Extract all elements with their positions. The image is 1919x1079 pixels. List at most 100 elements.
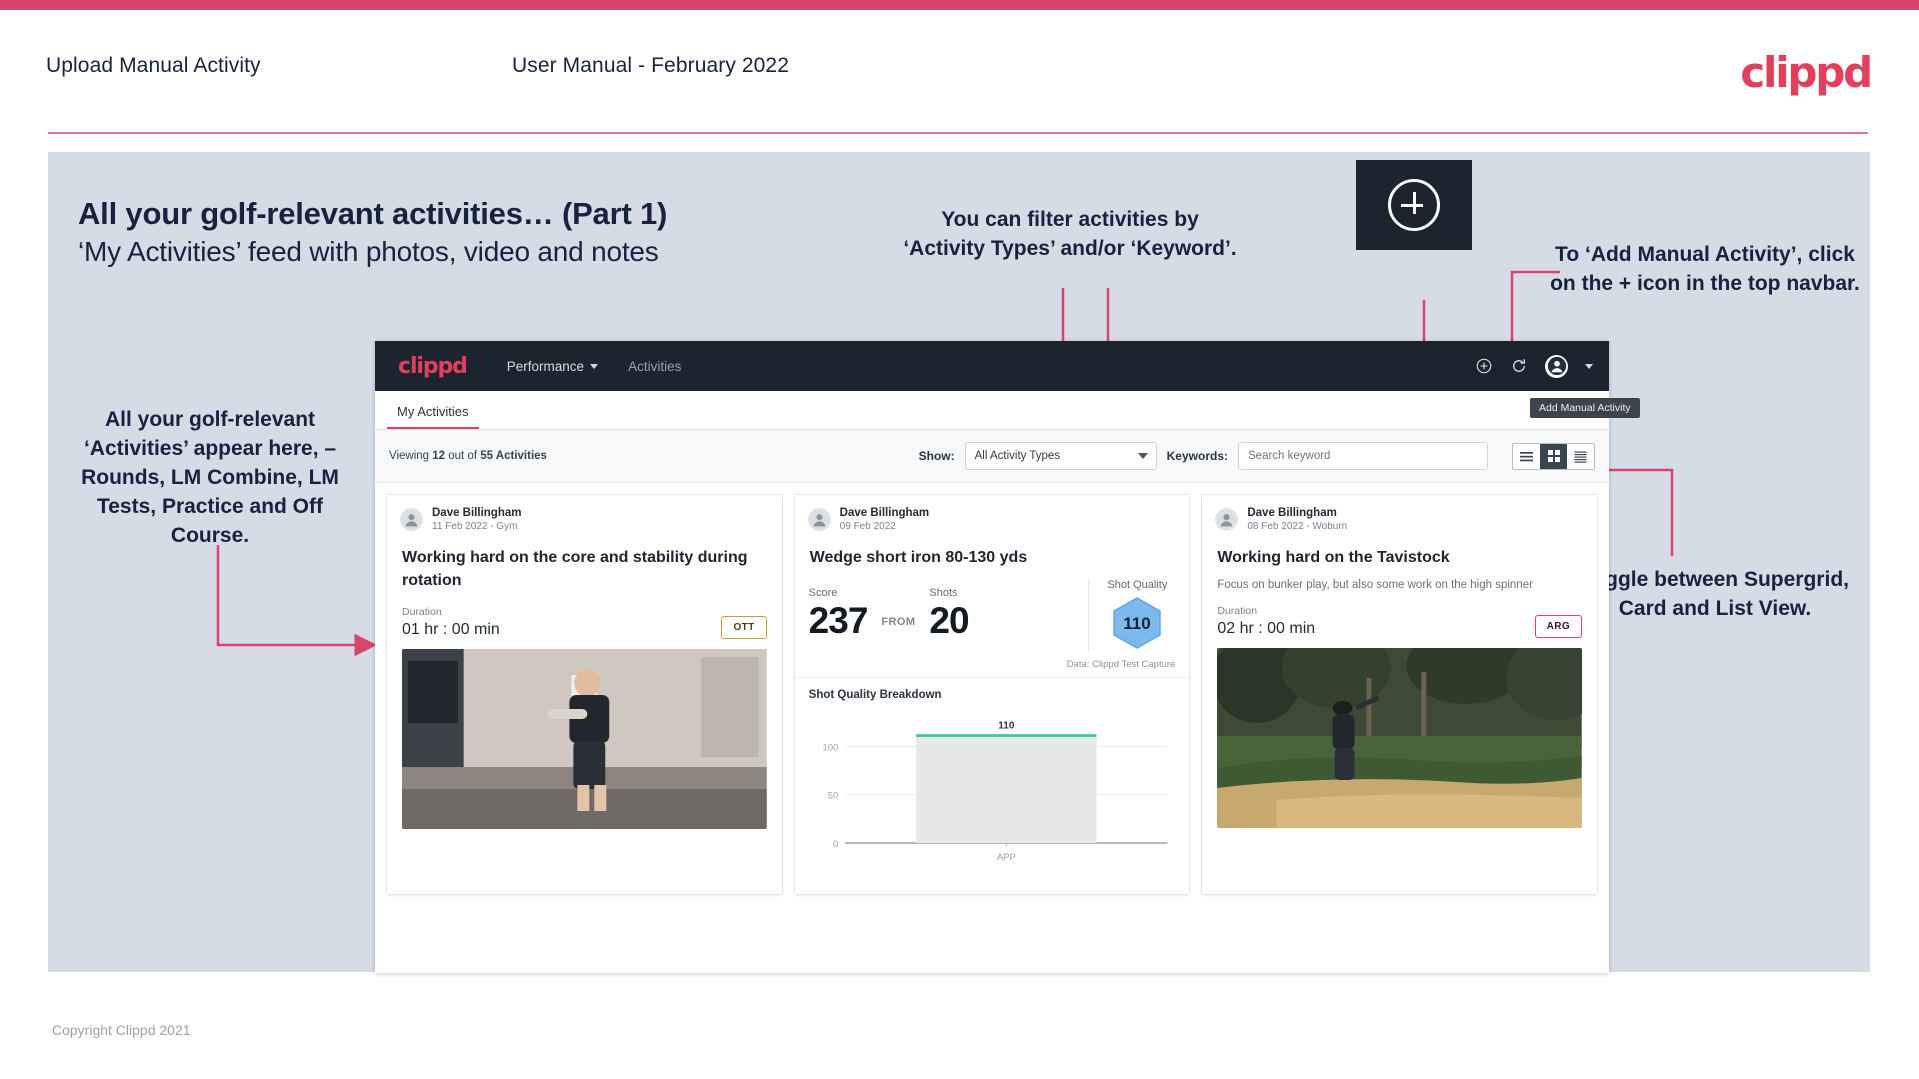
shots-label: Shots (929, 587, 958, 599)
grid-icon (1547, 450, 1560, 462)
page-title: All your golf-relevant activities… (Part… (78, 196, 668, 231)
clippd-logo: clippd (1740, 48, 1873, 97)
duration-label: Duration (1217, 605, 1258, 617)
plus-icon[interactable] (1475, 357, 1493, 375)
data-source-label: Data: Clippd Test Capture (794, 659, 1190, 678)
avatar (807, 508, 831, 531)
header-center-title: User Manual - February 2022 (512, 54, 789, 77)
filter-controls: Show: All Activity Types Keywords: (919, 442, 1595, 470)
duration-value: 01 hr : 00 min (402, 621, 500, 638)
score-value: 237 (808, 600, 869, 641)
app-logo[interactable]: clippd (398, 354, 468, 379)
header-divider (48, 132, 1868, 134)
shot-quality-chart: 0 50 100 110 APP (795, 701, 1190, 894)
nav-item-activities-label: Activities (628, 358, 682, 374)
copyright-footer: Copyright Clippd 2021 (52, 1022, 191, 1038)
card-header: Dave Billingham 08 Feb 2022 - Woburn (1202, 495, 1597, 533)
card-title: Wedge short iron 80-130 yds (809, 549, 1028, 566)
shot-quality-hex: 110 (1107, 595, 1167, 651)
nav-item-performance[interactable]: Performance (506, 358, 599, 374)
shot-quality-label: Shot Quality (1107, 579, 1168, 591)
card-user-name: Dave Billingham (1247, 507, 1337, 519)
from-label: FROM (881, 616, 916, 628)
svg-text:0: 0 (833, 839, 838, 850)
card-media-thumbnail[interactable] (402, 649, 767, 829)
list-view-button[interactable] (1567, 443, 1594, 469)
card-title: Working hard on the Tavistock (1217, 549, 1450, 566)
activity-card[interactable]: Dave Billingham 09 Feb 2022 Wedge short … (793, 494, 1191, 895)
avatar-icon (809, 509, 829, 530)
duration-label: Duration (402, 606, 442, 618)
card-stats-row: Score 237 FROM Shots 20 Shot Quality 110 (795, 569, 1190, 659)
view-toggle-group (1512, 442, 1595, 470)
card-title: Working hard on the core and stability d… (402, 549, 748, 589)
app-filter-bar: Viewing 12 out of 55 Activities Show: Al… (375, 430, 1609, 483)
supergrid-view-button[interactable] (1513, 443, 1540, 469)
activity-type-badge: OTT (721, 616, 767, 639)
svg-text:APP: APP (997, 852, 1016, 863)
activity-card[interactable]: Dave Billingham 08 Feb 2022 - Woburn Wor… (1201, 494, 1599, 895)
avatar-icon (1217, 509, 1237, 530)
annotation-add-manual: To ‘Add Manual Activity’, click on the +… (1550, 243, 1860, 295)
plus-circle-icon (1388, 179, 1440, 231)
navbar-actions (1475, 341, 1593, 391)
viewing-count-text: Viewing 12 out of 55 Activities (389, 450, 547, 462)
activity-type-badge: ARG (1534, 615, 1583, 638)
clippd-app-window: clippd Performance Activities Add Manual… (375, 341, 1640, 973)
card-user-name: Dave Billingham (839, 507, 930, 519)
avatar-chevron-down-icon[interactable] (1585, 363, 1593, 369)
gym-video-thumbnail (402, 649, 767, 829)
shot-quality-value: 110 (1124, 614, 1151, 633)
activity-type-select[interactable]: All Activity Types (964, 442, 1157, 470)
shot-quality-stat: Shot Quality 110 (1088, 579, 1189, 651)
activity-type-value: All Activity Types (974, 450, 1061, 462)
annotation-toggle-views: Toggle between Supergrid, Card and List … (1581, 568, 1849, 620)
shots-stat: Shots 20 (915, 587, 982, 643)
nav-item-activities[interactable]: Activities (628, 359, 681, 374)
score-label: Score (808, 587, 838, 599)
list-icon (1574, 451, 1587, 463)
viewing-total: 55 Activities (480, 450, 547, 462)
card-duration-row: Duration 02 hr : 00 min ARG (1202, 591, 1597, 648)
shots-value: 20 (929, 600, 969, 641)
card-note: Focus on bunker play, but also some work… (1217, 579, 1533, 591)
avatar[interactable] (1545, 354, 1568, 378)
activities-card-grid: Dave Billingham 11 Feb 2022 - Gym Workin… (375, 483, 1609, 906)
nav-item-performance-label: Performance (506, 358, 585, 374)
app-subnav: My Activities (375, 391, 1609, 430)
avatar (1215, 508, 1239, 531)
add-activity-callout (1356, 160, 1472, 250)
card-view-button[interactable] (1540, 443, 1567, 469)
duration-value: 02 hr : 00 min (1217, 620, 1316, 637)
svg-text:100: 100 (822, 742, 838, 753)
card-header: Dave Billingham 09 Feb 2022 (795, 495, 1190, 533)
refresh-icon[interactable] (1510, 357, 1528, 375)
top-accent-bar (0, 0, 1919, 10)
card-media-thumbnail[interactable] (1217, 648, 1583, 828)
show-label: Show: (918, 449, 955, 463)
avatar (400, 508, 423, 531)
chevron-down-icon (590, 363, 599, 369)
header-left-title: Upload Manual Activity (46, 54, 261, 77)
viewing-count: 12 (432, 450, 446, 462)
card-user-name: Dave Billingham (432, 507, 522, 519)
page-subtitle: ‘My Activities’ feed with photos, video … (78, 236, 659, 267)
card-date: 08 Feb 2022 - Woburn (1247, 521, 1348, 532)
annotation-activities-feed: All your golf-relevant ‘Activities’ appe… (81, 408, 339, 547)
avatar-icon (401, 509, 422, 530)
supergrid-icon (1520, 451, 1533, 461)
hexagon-icon: 110 (1113, 597, 1162, 649)
search-input[interactable] (1238, 442, 1488, 470)
score-stat: Score 237 (795, 587, 882, 643)
avatar-icon (1547, 356, 1566, 376)
viewing-prefix: Viewing (389, 450, 433, 462)
tab-my-activities[interactable]: My Activities (387, 404, 479, 429)
keywords-label: Keywords: (1166, 449, 1228, 463)
bar-chart: 0 50 100 110 APP (822, 721, 1168, 863)
annotation-filter: You can filter activities by ‘Activity T… (903, 208, 1237, 260)
add-manual-activity-tooltip: Add Manual Activity (1530, 398, 1640, 418)
slide-header: Upload Manual Activity User Manual - Feb… (0, 10, 1919, 134)
chevron-down-icon (1137, 453, 1148, 459)
svg-text:50: 50 (827, 791, 838, 802)
activity-card[interactable]: Dave Billingham 11 Feb 2022 - Gym Workin… (386, 494, 783, 895)
